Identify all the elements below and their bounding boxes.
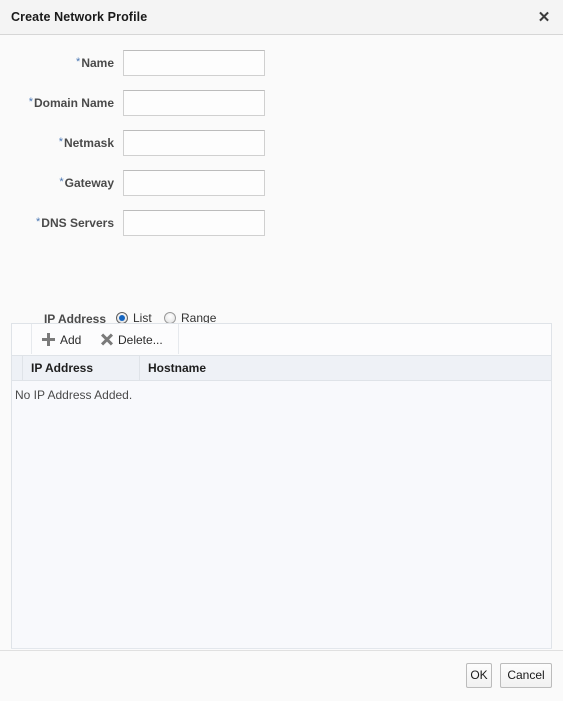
required-marker-dns-servers: *	[36, 216, 41, 228]
form-row-domain-name: *Domain Name	[0, 87, 563, 127]
label-netmask: *Netmask	[0, 136, 114, 150]
domain-name-input[interactable]	[123, 90, 265, 116]
label-gateway-text: Gateway	[64, 176, 114, 190]
plus-icon	[42, 333, 55, 346]
label-dns-servers-text: DNS Servers	[41, 216, 114, 230]
dialog-body: *Name *Domain Name *Netmask *Gateway *DN…	[0, 35, 563, 679]
toolbar-left-cell	[12, 324, 32, 354]
x-icon	[100, 333, 113, 346]
table-header-corner	[12, 356, 23, 380]
column-header-ip-address[interactable]: IP Address	[23, 356, 140, 380]
label-gateway: *Gateway	[0, 176, 114, 190]
dns-servers-input[interactable]	[123, 210, 265, 236]
label-name-text: Name	[81, 56, 114, 70]
form-row-name: *Name	[0, 47, 563, 87]
form-row-gateway: *Gateway	[0, 167, 563, 207]
label-dns-servers: *DNS Servers	[0, 216, 114, 230]
ip-address-table: IP Address Hostname No IP Address Added.	[11, 355, 552, 648]
netmask-input[interactable]	[123, 130, 265, 156]
delete-button[interactable]: Delete...	[96, 328, 167, 351]
required-marker-gateway: *	[59, 176, 64, 188]
table-body: No IP Address Added.	[12, 381, 551, 648]
form-row-netmask: *Netmask	[0, 127, 563, 167]
gateway-input[interactable]	[123, 170, 265, 196]
dialog-title: Create Network Profile	[11, 10, 148, 24]
label-domain-name: *Domain Name	[0, 96, 114, 110]
label-name: *Name	[0, 56, 114, 70]
label-netmask-text: Netmask	[63, 136, 114, 150]
dialog-footer: OK Cancel	[0, 650, 563, 701]
name-input[interactable]	[123, 50, 265, 76]
table-empty-message: No IP Address Added.	[15, 388, 133, 402]
delete-button-label: Delete...	[118, 332, 163, 347]
dialog-titlebar: Create Network Profile ✕	[0, 0, 563, 35]
required-marker-domain-name: *	[28, 96, 33, 108]
label-domain-name-text: Domain Name	[33, 96, 114, 110]
network-profile-form: *Name *Domain Name *Netmask *Gateway *DN…	[0, 47, 563, 247]
required-marker-netmask: *	[58, 136, 63, 148]
ok-button[interactable]: OK	[466, 663, 492, 688]
column-header-hostname[interactable]: Hostname	[140, 356, 552, 380]
table-header-row: IP Address Hostname	[12, 356, 551, 381]
add-button-label: Add	[60, 332, 82, 347]
required-marker-name: *	[76, 56, 81, 68]
cancel-button[interactable]: Cancel	[500, 663, 552, 688]
form-row-dns-servers: *DNS Servers	[0, 207, 563, 247]
close-icon[interactable]: ✕	[533, 7, 555, 29]
toolbar-separator	[178, 324, 179, 354]
table-toolbar: Add Delete...	[11, 323, 552, 355]
add-button[interactable]: Add	[38, 328, 85, 351]
